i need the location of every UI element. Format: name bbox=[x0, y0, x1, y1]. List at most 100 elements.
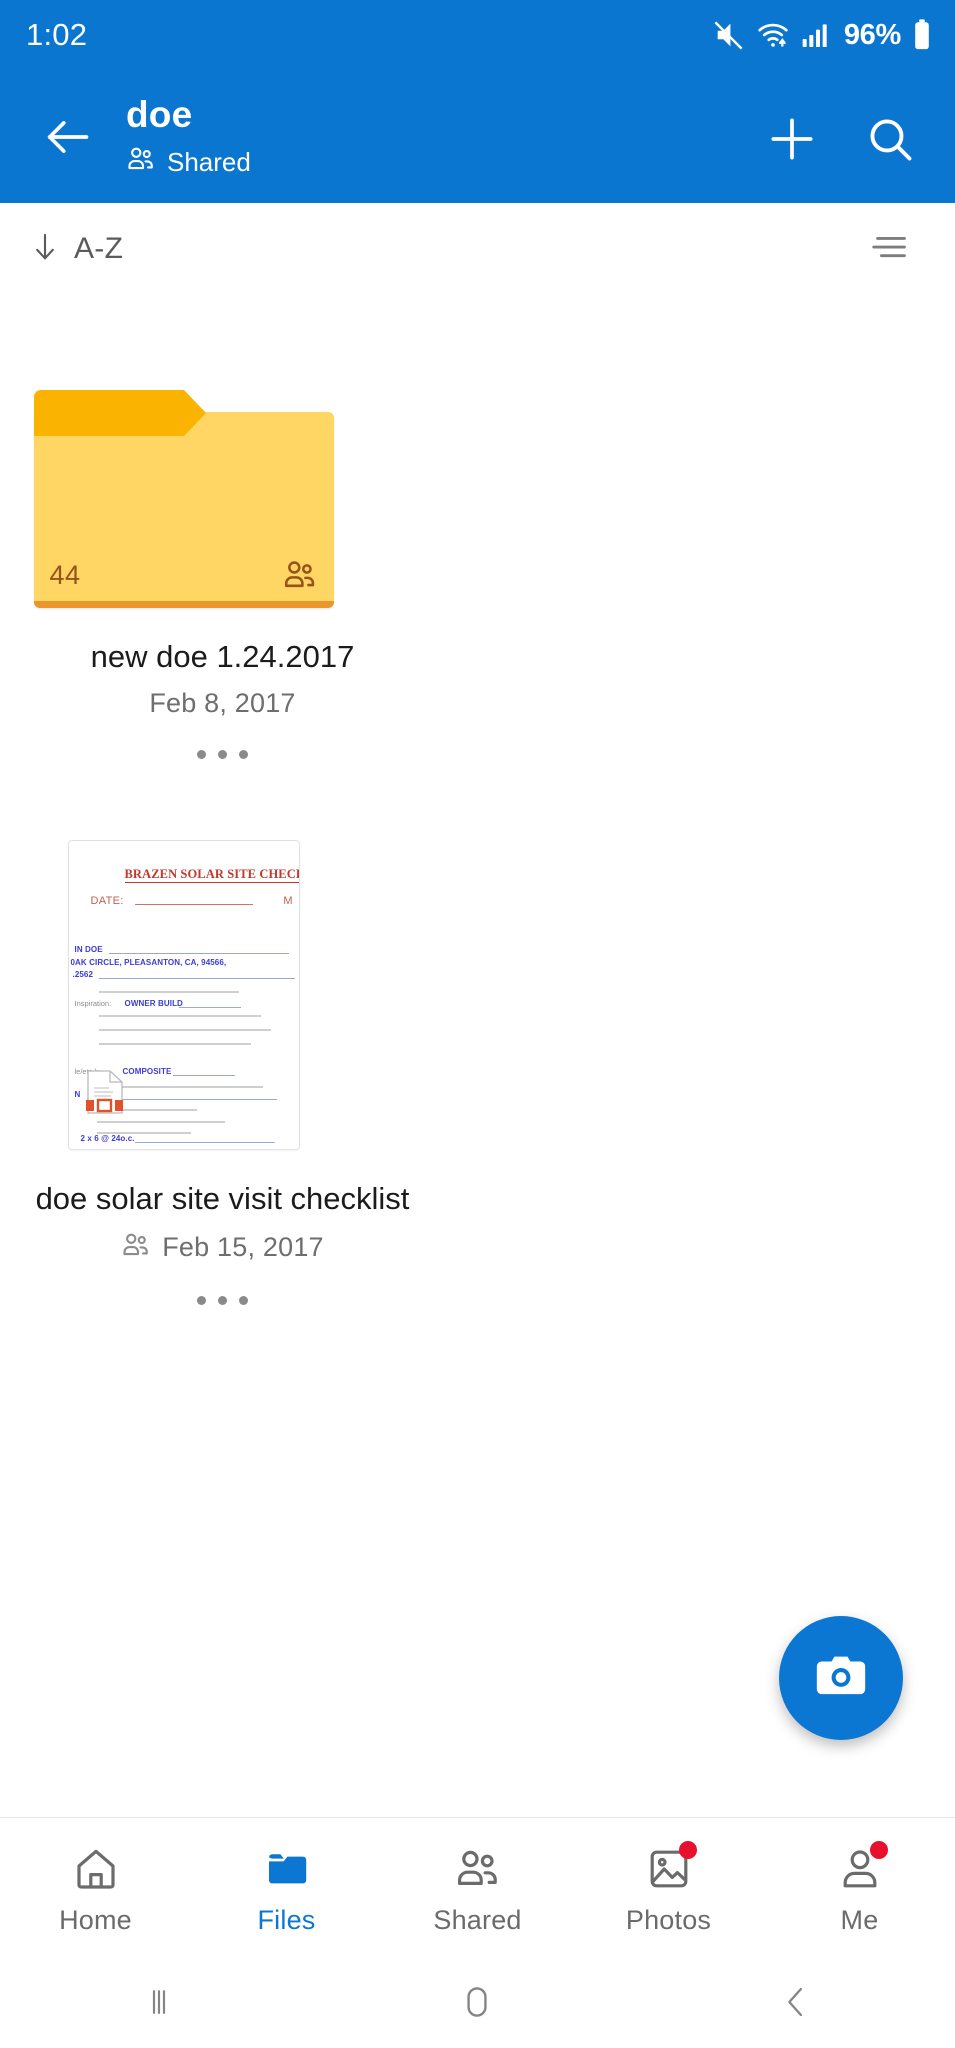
thumbnail-form-label: Inspiration: bbox=[74, 999, 112, 1008]
page-subtitle: Shared bbox=[167, 146, 251, 177]
thumbnail-rule bbox=[98, 991, 239, 993]
page-title: doe bbox=[126, 94, 193, 135]
app-bar-titles: doe Shared bbox=[126, 92, 761, 179]
home-button[interactable] bbox=[318, 1960, 636, 2048]
people-icon bbox=[450, 1843, 506, 1895]
back-button[interactable] bbox=[637, 1960, 955, 2048]
thumbnail-rule bbox=[96, 1121, 225, 1123]
nav-item-shared[interactable]: Shared bbox=[382, 1818, 573, 1960]
recents-icon bbox=[139, 1982, 179, 2027]
folder-thumbnail[interactable]: 44 bbox=[33, 390, 334, 608]
person-icon bbox=[832, 1840, 888, 1895]
back-button[interactable] bbox=[30, 102, 104, 176]
thumbnail-date-label: DATE: bbox=[90, 895, 253, 907]
status-indicators: 96% bbox=[712, 18, 933, 52]
sort-button[interactable]: A-Z bbox=[28, 230, 123, 269]
thumbnail-footer-note: 2 x 6 @ 24o.c. bbox=[80, 1134, 135, 1143]
status-time: 1:02 bbox=[26, 17, 88, 52]
back-chevron-icon bbox=[775, 1981, 817, 2028]
app-bar: doe Shared bbox=[0, 70, 955, 203]
people-icon bbox=[121, 1230, 151, 1265]
thumbnail-rule bbox=[178, 1007, 241, 1008]
thumbnail-blue-line: .2562 bbox=[72, 970, 94, 979]
more-options-icon bbox=[218, 749, 227, 759]
nav-label: Files bbox=[257, 1904, 316, 1935]
thumbnail-heading: BRAZEN SOLAR SITE CHECKL bbox=[124, 867, 299, 883]
nav-label: Home bbox=[59, 1904, 132, 1935]
list-item[interactable]: 44 new doe 1.24.2017 Feb 8, 2017 bbox=[0, 390, 445, 771]
nav-label: Photos bbox=[625, 1904, 712, 1935]
item-meta: Feb 8, 2017 bbox=[149, 688, 295, 719]
battery-percent-label: 96% bbox=[843, 18, 901, 51]
thumbnail-rule bbox=[108, 953, 289, 954]
mute-icon bbox=[712, 18, 746, 52]
camera-fab-button[interactable] bbox=[779, 1616, 903, 1740]
item-meta: Feb 15, 2017 bbox=[121, 1230, 324, 1265]
battery-icon bbox=[911, 18, 933, 52]
home-icon bbox=[68, 1843, 124, 1895]
nav-item-me[interactable]: Me bbox=[764, 1818, 955, 1960]
more-options-icon bbox=[218, 1295, 227, 1305]
nav-item-home[interactable]: Home bbox=[0, 1818, 191, 1960]
view-toggle-button[interactable] bbox=[861, 219, 921, 279]
page-subtitle-row: Shared bbox=[126, 144, 761, 179]
nav-item-photos[interactable]: Photos bbox=[573, 1818, 764, 1960]
home-circle-icon bbox=[455, 1980, 499, 2029]
thumbnail-rule bbox=[172, 1075, 235, 1076]
wifi-icon bbox=[756, 18, 790, 52]
cellular-signal-icon bbox=[800, 19, 832, 51]
thumbnail-blue-line: N bbox=[74, 1090, 81, 1099]
thumbnail-rule bbox=[98, 978, 295, 979]
folder-tab bbox=[33, 390, 206, 436]
search-icon bbox=[864, 113, 916, 170]
photo-icon bbox=[641, 1840, 697, 1895]
app-screen: 1:02 96% doe Shared A-Z 44 new doe 1.24.… bbox=[0, 0, 955, 2048]
more-options-icon bbox=[197, 1295, 206, 1305]
more-options-button[interactable] bbox=[178, 1283, 268, 1317]
thumbnail-rule bbox=[98, 1043, 251, 1045]
thumbnail-rule bbox=[98, 1029, 271, 1031]
thumbnail-right-marker: M bbox=[283, 895, 293, 907]
thumbnail-rule bbox=[98, 1015, 261, 1017]
thumbnail-form-value: OWNER BUILD bbox=[124, 999, 183, 1008]
status-bar: 1:02 96% bbox=[0, 0, 955, 70]
folder-icon bbox=[259, 1843, 315, 1895]
people-icon bbox=[126, 144, 156, 179]
list-view-icon bbox=[868, 224, 914, 275]
search-button[interactable] bbox=[859, 110, 921, 172]
add-button[interactable] bbox=[761, 110, 823, 172]
notification-badge bbox=[678, 1840, 697, 1859]
plus-icon bbox=[764, 111, 820, 172]
nav-label: Shared bbox=[433, 1904, 522, 1935]
folder-item-count: 44 bbox=[49, 560, 81, 590]
item-name: new doe 1.24.2017 bbox=[90, 639, 355, 674]
file-grid: 44 new doe 1.24.2017 Feb 8, 2017 BRAZEN … bbox=[0, 295, 955, 1817]
app-bar-actions bbox=[761, 110, 929, 172]
item-date: Feb 8, 2017 bbox=[149, 688, 296, 718]
item-name: doe solar site visit checklist bbox=[35, 1181, 410, 1216]
thumbnail-form-value: COMPOSITE bbox=[122, 1067, 172, 1076]
back-arrow-icon bbox=[41, 111, 93, 168]
thumbnail-rule bbox=[134, 1142, 275, 1143]
recents-button[interactable] bbox=[0, 1960, 318, 2048]
sort-bar: A-Z bbox=[0, 203, 955, 295]
list-item[interactable]: BRAZEN SOLAR SITE CHECKL DATE: M IN DOE … bbox=[0, 840, 445, 1317]
system-navigation-bar bbox=[0, 1960, 955, 2048]
document-thumbnail[interactable]: BRAZEN SOLAR SITE CHECKL DATE: M IN DOE … bbox=[67, 840, 300, 1150]
thumbnail-blue-line: IN DOE bbox=[74, 945, 103, 954]
more-options-icon bbox=[239, 1295, 248, 1305]
notification-badge bbox=[869, 1840, 888, 1859]
bottom-navigation: Home Files Shared Photos Me bbox=[0, 1817, 955, 1960]
folder-body: 44 bbox=[33, 412, 334, 608]
thumbnail-blue-line: 0AK CIRCLE, PLEASANTON, CA, 94566, bbox=[70, 958, 227, 967]
item-date: Feb 15, 2017 bbox=[162, 1232, 324, 1262]
more-options-icon bbox=[239, 749, 248, 759]
arrow-down-icon bbox=[28, 230, 62, 269]
more-options-button[interactable] bbox=[178, 737, 268, 771]
people-icon bbox=[282, 557, 318, 593]
sort-label: A-Z bbox=[74, 232, 124, 265]
pdf-document-icon bbox=[85, 1069, 125, 1115]
nav-label: Me bbox=[840, 1904, 879, 1935]
more-options-icon bbox=[197, 749, 206, 759]
nav-item-files[interactable]: Files bbox=[191, 1818, 382, 1960]
